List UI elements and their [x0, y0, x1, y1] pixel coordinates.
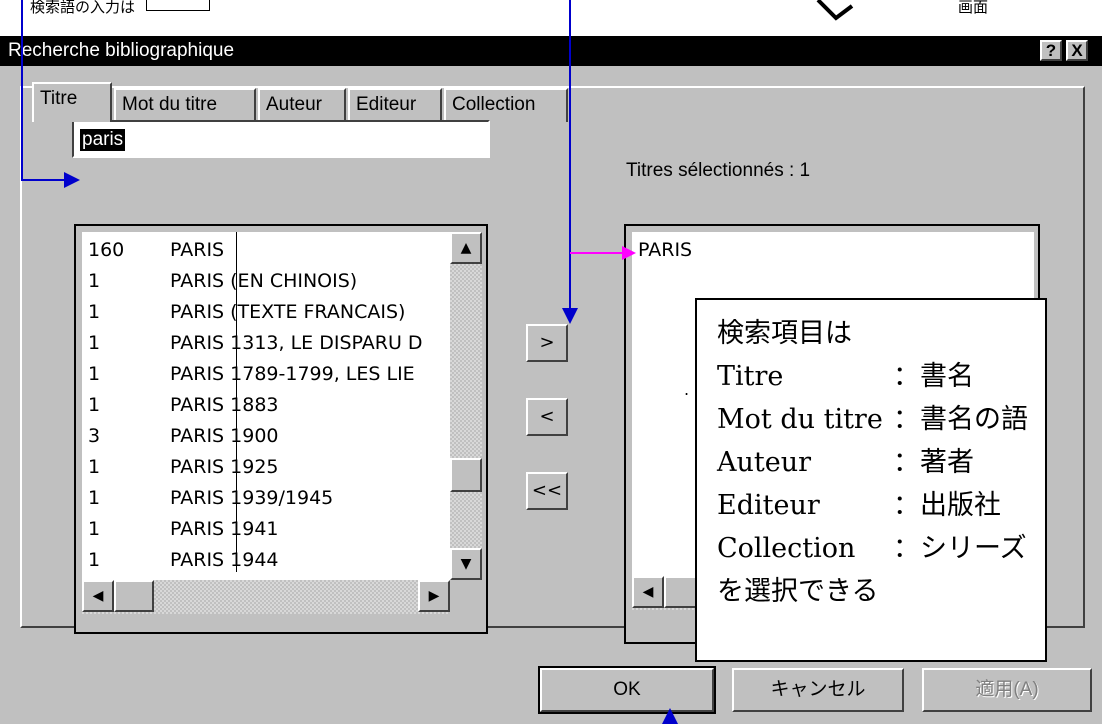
dot-mark: . [684, 380, 690, 399]
tab-label: Mot du titre [122, 94, 218, 115]
title-bar: Recherche bibliographique ? X [0, 36, 1102, 66]
item-title: PARIS 1789-1799, LES LIE [170, 363, 415, 385]
item-title: PARIS 1900 [170, 425, 279, 447]
item-count: 1 [88, 456, 101, 478]
tab-titre[interactable]: Titre [32, 82, 112, 122]
item-title: PARIS 1939/1945 [170, 487, 334, 509]
tab-label: Collection [452, 94, 536, 115]
search-input[interactable]: paris [72, 120, 490, 158]
results-horizontal-scrollbar[interactable]: ◀ ▶ [82, 580, 450, 614]
item-count: 1 [88, 363, 101, 385]
item-count: 1 [88, 301, 101, 323]
item-count: 1 [88, 549, 101, 571]
item-count: 1 [88, 270, 101, 292]
item-title: PARIS [170, 239, 225, 261]
annotation-item: Collection ：シリーズ [717, 527, 1045, 570]
annotation-key: Editeur [717, 490, 820, 521]
item-title: PARIS 1883 [170, 394, 279, 416]
scroll-right-button[interactable]: ▶ [418, 580, 450, 612]
annotation-item: Auteur ：著者 [717, 441, 1045, 484]
scroll-down-button[interactable]: ▼ [450, 548, 482, 580]
scroll-up-button[interactable]: ▲ [450, 232, 482, 264]
item-count: 1 [88, 487, 101, 509]
scroll-left-button[interactable]: ◀ [82, 580, 114, 612]
top-fragment-left: 検索語の入力は [30, 0, 210, 17]
close-button[interactable]: X [1066, 40, 1088, 61]
annotation-value: ：著者 [893, 447, 974, 478]
search-input-value: paris [80, 129, 126, 151]
results-list[interactable]: 160 PARIS 1 PARIS (EN CHINOIS) 1 PARIS (TEX… [82, 232, 450, 580]
item-title: PARIS (TEXTE FRANCAIS) [170, 301, 406, 323]
help-button[interactable]: ? [1040, 40, 1062, 61]
annotation-item: Editeur ：出版社 [717, 484, 1045, 527]
annotation-key: Titre [717, 361, 784, 392]
annotation-item: Mot du titre ：書名の語 [717, 398, 1045, 441]
annotation-value: ：書名 [893, 361, 974, 392]
item-title: PARIS 1941 [170, 518, 279, 540]
remove-button[interactable]: < [526, 398, 568, 436]
item-title: PARIS 1925 [170, 456, 279, 478]
tab-label: Titre [40, 88, 78, 109]
tab-label: Auteur [266, 94, 322, 115]
scroll-thumb[interactable] [450, 458, 482, 492]
annotation-note: 検索項目は Titre ：書名 Mot du titre ：書名の語 Auteur ：… [695, 298, 1047, 662]
remove-all-button[interactable]: << [526, 472, 568, 510]
annotation-footer: を選択できる [717, 576, 879, 607]
tab-collection[interactable]: Collection [444, 88, 568, 122]
scroll-left-button[interactable]: ◀ [632, 576, 664, 608]
annotation-item: Titre ：書名 [717, 355, 1045, 398]
window-title: Recherche bibliographique [8, 40, 235, 61]
tab-label: Editeur [356, 94, 417, 115]
item-count: 1 [88, 394, 101, 416]
item-title: PARIS (EN CHINOIS) [170, 270, 358, 292]
results-vertical-scrollbar[interactable]: ▲ ▼ [450, 232, 482, 580]
selected-count-label: Titres sélectionnés : 1 [626, 160, 811, 181]
cancel-button[interactable]: キャンセル [732, 668, 904, 712]
item-count: 1 [88, 518, 101, 540]
apply-button[interactable]: 適用(A) [922, 668, 1092, 712]
item-count: 1 [88, 332, 101, 354]
annotation-value: ：出版社 [893, 490, 1001, 521]
top-fragment-right: 画面 [958, 0, 989, 16]
tab-editeur[interactable]: Editeur [348, 88, 442, 122]
tab-auteur[interactable]: Auteur [258, 88, 346, 122]
item-title: PARIS [638, 239, 693, 261]
annotation-value: ：シリーズ [893, 533, 1027, 564]
add-button[interactable]: > [526, 324, 568, 362]
tab-mot-du-titre[interactable]: Mot du titre [114, 88, 256, 122]
item-title: PARIS 1313, LE DISPARU D [170, 332, 423, 354]
annotation-value: ：書名の語 [893, 404, 1028, 435]
item-count: 160 [88, 239, 125, 261]
annotation-heading: 検索項目は [717, 318, 852, 349]
top-decoration [816, 0, 854, 21]
item-title: PARIS 1944 [170, 549, 279, 571]
results-list-frame: 160 PARIS 1 PARIS (EN CHINOIS) 1 PARIS (TEX… [74, 224, 488, 634]
scroll-thumb[interactable] [114, 580, 154, 612]
item-count: 3 [88, 425, 101, 447]
annotation-key: Collection [717, 533, 856, 564]
annotation-key: Mot du titre [717, 404, 883, 435]
annotation-key: Auteur [717, 447, 812, 478]
ok-button[interactable]: OK [538, 666, 716, 714]
